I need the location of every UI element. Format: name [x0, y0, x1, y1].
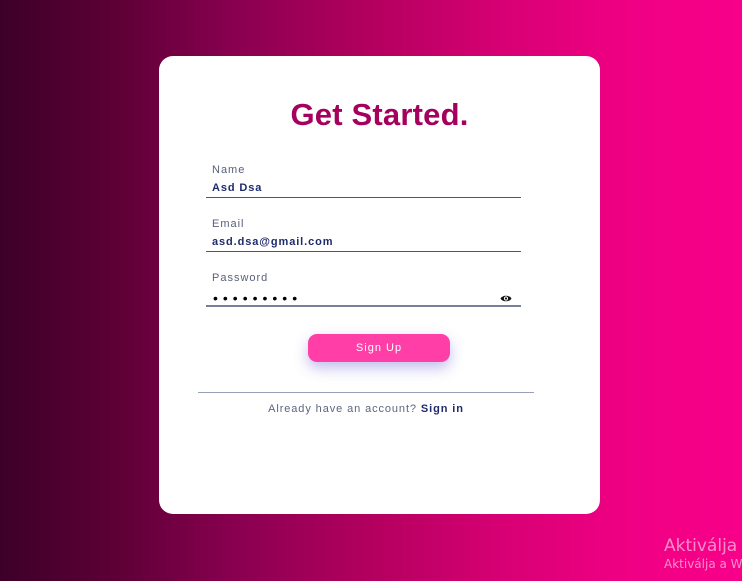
activation-watermark: Aktiválja Aktiválja a W	[664, 536, 742, 572]
signup-card: Get Started. Name Email Password •••••••…	[159, 56, 600, 514]
watermark-subtitle: Aktiválja a W	[664, 557, 742, 571]
email-label: Email	[212, 218, 245, 230]
name-input[interactable]	[212, 182, 492, 194]
name-label: Name	[212, 164, 246, 176]
password-label: Password	[212, 272, 269, 284]
eye-icon[interactable]	[500, 294, 512, 303]
sign-up-button[interactable]: Sign Up	[308, 334, 450, 362]
watermark-title: Aktiválja	[664, 536, 738, 556]
divider	[198, 392, 534, 393]
sign-in-link[interactable]: Sign in	[421, 403, 464, 415]
password-input[interactable]: •••••••••	[213, 290, 302, 306]
password-field[interactable]: Password •••••••••	[206, 272, 521, 316]
email-input[interactable]	[212, 236, 492, 248]
email-field[interactable]: Email	[206, 218, 521, 262]
signin-prompt: Already have an account?	[268, 403, 417, 415]
page-title: Get Started.	[290, 97, 469, 132]
name-underline	[206, 197, 521, 198]
name-field[interactable]: Name	[206, 164, 521, 208]
password-underline	[206, 305, 521, 307]
email-underline	[206, 251, 521, 252]
signin-row: Already have an account? Sign in	[159, 403, 573, 415]
